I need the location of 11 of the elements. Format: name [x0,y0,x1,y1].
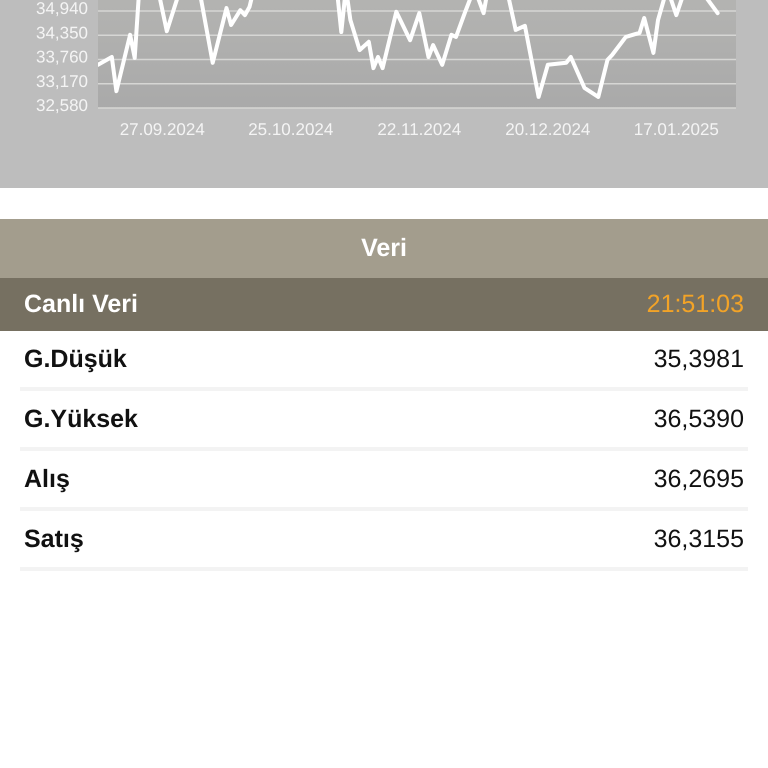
data-label: G.Düşük [24,344,127,374]
data-value: 36,3155 [654,524,744,554]
data-value: 36,2695 [654,464,744,494]
data-label: Alış [24,464,70,494]
data-value: 36,5390 [654,404,744,434]
live-data-label: Canlı Veri [24,290,138,319]
section-title: Veri [361,234,407,263]
data-label: G.Yüksek [24,404,138,434]
data-label: Satış [24,524,84,554]
update-time: 21:51:03 [646,290,744,319]
data-value: 35,3981 [654,344,744,374]
